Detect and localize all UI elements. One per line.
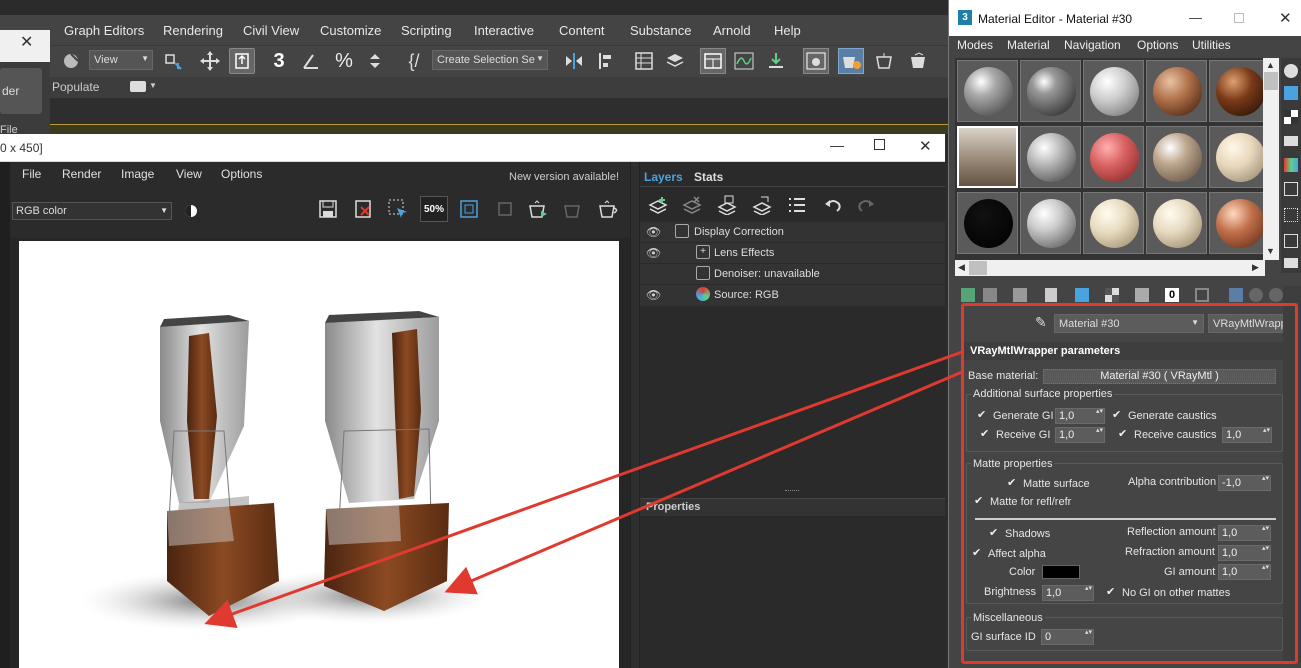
arrow-to-left-speaker [204,350,963,629]
annotation-arrows [204,350,963,629]
arrow-to-right-speaker [444,370,963,595]
